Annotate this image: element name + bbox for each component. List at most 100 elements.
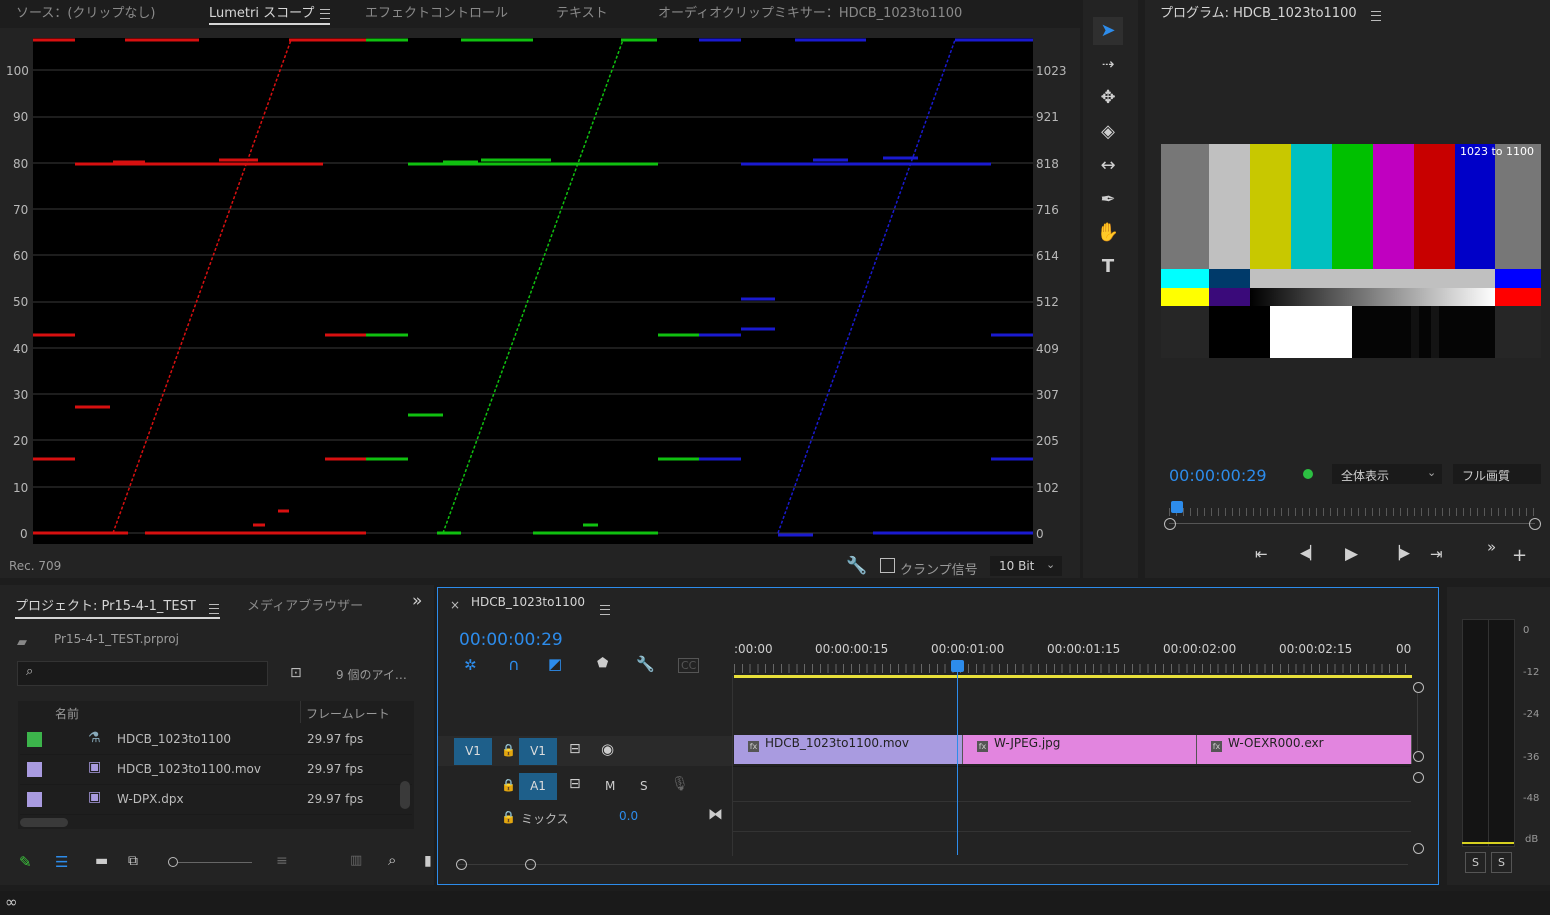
- pen-tool-icon[interactable]: ✒: [1093, 186, 1123, 214]
- timeline-clip[interactable]: fx W-JPEG.jpg: [963, 735, 1197, 764]
- razor-tool-icon[interactable]: ◈: [1093, 118, 1123, 146]
- tab-media-browser[interactable]: メディアブラウザー: [247, 595, 363, 614]
- list-view-icon[interactable]: ☰: [55, 853, 68, 871]
- nest-icon[interactable]: ✲: [464, 656, 477, 674]
- column-header-name[interactable]: 名前: [55, 705, 79, 722]
- mute-button[interactable]: M: [605, 779, 615, 793]
- track-target-a1[interactable]: A1: [519, 773, 557, 800]
- go-to-out-icon[interactable]: ⇥: [1430, 545, 1443, 563]
- lock-icon[interactable]: 🔒: [501, 743, 516, 757]
- horizontal-scrollbar[interactable]: [20, 818, 68, 827]
- list-item[interactable]: ▣ W-DPX.dpx 29.97 fps: [20, 785, 412, 815]
- find-bin-icon[interactable]: ⊡: [290, 665, 302, 681]
- column-divider[interactable]: [300, 701, 301, 723]
- tab-text[interactable]: テキスト: [556, 2, 608, 21]
- solo-left-button[interactable]: S: [1465, 852, 1486, 873]
- project-search-input[interactable]: ⌕: [17, 661, 268, 686]
- track-zoom-handle[interactable]: [1413, 772, 1424, 783]
- program-timecode[interactable]: 00:00:00:29: [1169, 466, 1267, 485]
- ripple-edit-tool-icon[interactable]: ✥: [1093, 84, 1123, 112]
- timeline-scrollbar[interactable]: [458, 864, 1408, 865]
- timeline-clip[interactable]: fx HDCB_1023to1100.mov: [734, 735, 963, 764]
- wrench-icon[interactable]: 🔧: [636, 655, 655, 673]
- lock-icon[interactable]: 🔒: [501, 810, 516, 824]
- hand-tool-icon[interactable]: ✋: [1093, 219, 1123, 247]
- list-item[interactable]: ⚗ HDCB_1023to1100 29.97 fps: [20, 725, 412, 755]
- icon-view-icon[interactable]: ▬: [95, 853, 108, 869]
- scroll-handle-right[interactable]: [525, 859, 536, 870]
- new-item-icon[interactable]: ▮: [424, 853, 432, 869]
- slip-tool-icon[interactable]: ↔: [1093, 152, 1123, 180]
- vertical-scrollbar[interactable]: [400, 781, 410, 809]
- track-select-tool-icon[interactable]: ⇢: [1093, 50, 1123, 78]
- work-area-bar[interactable]: [734, 675, 1412, 678]
- go-to-in-icon[interactable]: ⇤: [1255, 545, 1268, 563]
- timeline-ruler[interactable]: [734, 664, 1412, 673]
- lock-icon[interactable]: 🔒: [501, 778, 516, 792]
- play-icon[interactable]: ▶: [1345, 544, 1358, 564]
- more-controls-icon[interactable]: »: [1487, 538, 1496, 556]
- button-editor-plus-icon[interactable]: +: [1512, 545, 1527, 566]
- program-playhead[interactable]: [1171, 501, 1183, 513]
- sync-lock-icon[interactable]: ⊟: [569, 776, 581, 792]
- label-color[interactable]: [27, 762, 42, 777]
- bit-depth-dropdown[interactable]: 10 Bit ⌄: [990, 556, 1062, 576]
- tab-source[interactable]: ソース：(クリップなし): [16, 2, 156, 21]
- panel-menu-icon[interactable]: [600, 604, 610, 615]
- more-panels-icon[interactable]: »: [412, 591, 422, 611]
- zoom-handle-right[interactable]: [1529, 518, 1541, 530]
- panel-menu-icon[interactable]: [1371, 10, 1381, 21]
- marker-icon[interactable]: ⬟: [597, 656, 608, 671]
- step-back-icon[interactable]: ◀▏: [1300, 546, 1320, 561]
- type-tool-icon[interactable]: T: [1093, 253, 1123, 281]
- linked-selection-icon[interactable]: ◩: [548, 655, 562, 673]
- vertical-scrollbar[interactable]: [1417, 693, 1418, 751]
- panel-menu-icon[interactable]: [320, 8, 331, 19]
- solo-button[interactable]: S: [640, 779, 648, 793]
- track-zoom-handle[interactable]: [1413, 682, 1424, 693]
- label-color[interactable]: [27, 732, 42, 747]
- tab-effect-controls[interactable]: エフェクトコントロール: [365, 2, 508, 21]
- snap-magnet-icon[interactable]: ∩: [508, 655, 520, 674]
- zoom-slider-handle[interactable]: [168, 857, 178, 867]
- track-zoom-handle[interactable]: [1413, 751, 1424, 762]
- wrench-icon[interactable]: 🔧: [846, 556, 867, 576]
- tab-lumetri-scopes[interactable]: Lumetri スコープ: [209, 2, 331, 25]
- timeline-clip[interactable]: fx W-OEXR000.exr: [1197, 735, 1412, 764]
- track-zoom-handle[interactable]: [1413, 843, 1424, 854]
- track-target-v1[interactable]: V1: [519, 738, 557, 765]
- program-time-ruler[interactable]: [1169, 508, 1535, 516]
- list-item[interactable]: ▣ HDCB_1023to1100.mov 29.97 fps: [20, 755, 412, 785]
- close-icon[interactable]: ×: [450, 598, 460, 612]
- search-icon[interactable]: ⌕: [388, 851, 396, 869]
- mix-value[interactable]: 0.0: [619, 809, 638, 823]
- scroll-handle-left[interactable]: [456, 859, 467, 870]
- pencil-icon[interactable]: ✎: [19, 853, 32, 871]
- eye-icon[interactable]: ◉: [601, 740, 614, 758]
- quality-dropdown[interactable]: フル画質: [1453, 464, 1541, 484]
- automate-icon[interactable]: ▥: [350, 853, 362, 868]
- solo-right-button[interactable]: S: [1491, 852, 1512, 873]
- freeform-view-icon[interactable]: ⧉: [128, 853, 138, 869]
- panel-menu-icon[interactable]: [209, 603, 219, 614]
- step-forward-icon[interactable]: ▕▶: [1390, 546, 1410, 561]
- zoom-slider-track[interactable]: [178, 862, 252, 863]
- column-header-fps[interactable]: フレームレート: [306, 705, 390, 722]
- clamp-checkbox[interactable]: [880, 558, 895, 573]
- creative-cloud-icon[interactable]: ∞: [5, 893, 18, 911]
- zoom-bar[interactable]: [1169, 523, 1535, 524]
- sort-icon[interactable]: ≡: [276, 853, 288, 869]
- transition-icon[interactable]: ⧓: [708, 805, 723, 823]
- selection-tool-icon[interactable]: ➤: [1093, 17, 1123, 45]
- label-color[interactable]: [27, 792, 42, 807]
- captions-icon[interactable]: CC: [678, 658, 700, 673]
- zoom-handle-left[interactable]: [1164, 518, 1176, 530]
- sync-lock-icon[interactable]: ⊟: [569, 741, 581, 757]
- microphone-icon[interactable]: 🎙: [671, 776, 689, 792]
- tab-audio-clip-mixer[interactable]: オーディオクリップミキサー：HDCB_1023to1100: [658, 2, 962, 21]
- tab-project[interactable]: プロジェクト: Pr15-4-1_TEST: [15, 595, 196, 614]
- fit-dropdown[interactable]: 全体表示 ⌄: [1332, 464, 1442, 484]
- timeline-timecode[interactable]: 00:00:00:29: [459, 630, 563, 650]
- tab-sequence[interactable]: HDCB_1023to1100: [471, 595, 585, 609]
- source-patch-v1[interactable]: V1: [454, 738, 492, 765]
